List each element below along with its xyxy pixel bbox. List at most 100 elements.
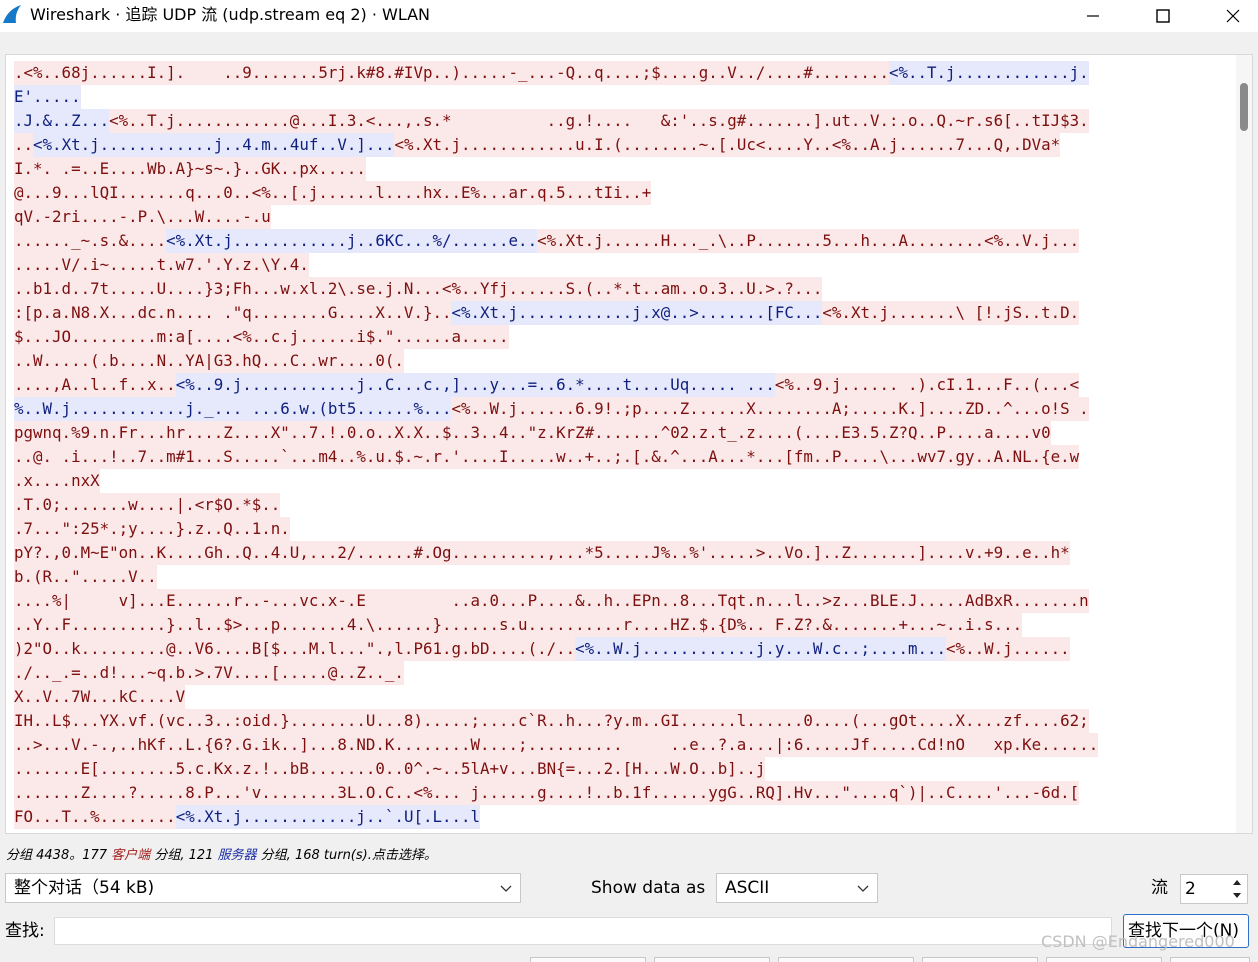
stream-line[interactable]: FO...T..%........<%.Xt.j............j..`… <box>14 805 1214 829</box>
stream-line[interactable]: .J.&..Z...<%..T.j............@...I.3.<..… <box>14 109 1214 133</box>
dialog-button[interactable] <box>530 957 646 962</box>
client-data-segment[interactable]: pgwnq.%9.n.Fr...hr....Z....X"..7.!.0.o..… <box>14 421 1051 445</box>
stream-line[interactable]: .....V/.i~.....t.w7.'.Y.z.\Y.4. <box>14 253 1214 277</box>
server-data-segment[interactable]: <%..W.j............j.y...W.c..;....m... <box>575 637 947 661</box>
client-data-segment[interactable]: ....%| v]...E......r..-...vc.x-.E ..a.0.… <box>14 589 1089 613</box>
find-input[interactable] <box>54 917 1112 945</box>
client-data-segment[interactable]: ..W.....(.b....N..YA|G3.hQ...C..wr....0(… <box>14 349 404 373</box>
stream-line[interactable]: ..<%.Xt.j............j..4.m..4uf..V.]...… <box>14 133 1214 157</box>
spin-down-button[interactable] <box>1228 889 1246 902</box>
dialog-button[interactable] <box>778 957 914 962</box>
server-data-segment[interactable]: <%.Xt.j............j..`.U[.L...l <box>175 805 481 829</box>
stream-line[interactable]: @...9...lQI.......q...0..<%..[.j......l.… <box>14 181 1214 205</box>
client-data-segment[interactable]: <%..W.j...... <box>946 637 1070 661</box>
stream-line[interactable]: I.*. .=..E....Wb.A}~s~.}..GK..px..... <box>14 157 1214 181</box>
server-data-segment[interactable]: <%.Xt.j............j..4.m..4uf..V.]... <box>33 133 395 157</box>
client-data-segment[interactable]: <%.Xt.j............u.I.(........~.[.Uc<.… <box>394 133 1061 157</box>
client-data-segment[interactable]: ....,A..l..f..x.. <box>14 373 176 397</box>
client-data-segment[interactable]: FO...T..%........ <box>14 805 176 829</box>
server-data-segment[interactable]: E'..... <box>14 85 81 109</box>
client-data-segment[interactable]: <%..W.j......6.9!.;p....Z......X........… <box>451 397 1089 421</box>
stream-line[interactable]: .x....nxX <box>14 469 1214 493</box>
stream-line[interactable]: X..V..7W...kC....V <box>14 685 1214 709</box>
server-data-segment[interactable]: <%..T.j............j. <box>888 61 1089 85</box>
client-data-segment[interactable]: .x....nxX <box>14 469 100 493</box>
stream-line[interactable]: ./.._.=..d!...~q.b.>.7V....[.....@..Z.._… <box>14 661 1214 685</box>
stream-line[interactable]: ..Y..F..........}..l..$>...p.......4.\..… <box>14 613 1214 637</box>
server-data-segment[interactable]: <%.Xt.j............j..6KC...%/......e.. <box>166 229 538 253</box>
close-button[interactable] <box>1198 0 1258 32</box>
client-data-segment[interactable]: .<%..68j......I.]. ..9.......5rj.k#8.#IV… <box>14 61 889 85</box>
client-data-segment[interactable]: ..Y..F..........}..l..$>...p.......4.\..… <box>14 613 1023 637</box>
stream-line[interactable]: )2"O..k.........@..V6....B[$...M.l...".,… <box>14 637 1214 661</box>
server-data-segment[interactable]: .J.&..Z... <box>14 109 110 133</box>
stream-text[interactable]: .<%..68j......I.]. ..9.......5rj.k#8.#IV… <box>14 61 1214 829</box>
show-data-select-value: ASCII <box>725 878 770 898</box>
client-data-segment[interactable]: .T.0;.......w....|.<r$O.*$.. <box>14 493 281 517</box>
client-data-segment[interactable]: .. <box>14 133 34 157</box>
minimize-button[interactable] <box>1058 0 1128 32</box>
stream-line[interactable]: ....%| v]...E......r..-...vc.x-.E ..a.0.… <box>14 589 1214 613</box>
client-data-segment[interactable]: ./.._.=..d!...~q.b.>.7V....[.....@..Z.._… <box>14 661 404 685</box>
client-data-segment[interactable]: ......_~.s.&.... <box>14 229 167 253</box>
dialog-button[interactable] <box>1170 957 1250 962</box>
client-data-segment[interactable]: I.*. .=..E....Wb.A}~s~.}..GK..px..... <box>14 157 366 181</box>
stream-line[interactable]: .T.0;.......w....|.<r$O.*$.. <box>14 493 1214 517</box>
server-data-segment[interactable]: <%.Xt.j............j.x@..>.......[FC... <box>451 301 823 325</box>
stream-number-spinbox[interactable]: 2 <box>1180 874 1248 904</box>
client-data-segment[interactable]: ..@. .i...!..7..m#1...S.....`...m4..%.u.… <box>14 445 1080 469</box>
stream-content-area[interactable]: .<%..68j......I.]. ..9.......5rj.k#8.#IV… <box>5 54 1253 834</box>
client-data-segment[interactable]: qV.-2ri....-.P.\...W....-.u <box>14 205 271 229</box>
maximize-button[interactable] <box>1128 0 1198 32</box>
stream-line[interactable]: ..@. .i...!..7..m#1...S.....`...m4..%.u.… <box>14 445 1214 469</box>
vertical-scrollbar[interactable] <box>1236 55 1252 833</box>
stream-line[interactable]: pY?.,0.M~E"on..K....Gh..Q..4.U,...2/....… <box>14 541 1214 565</box>
client-data-segment[interactable]: ..b1.d..7t.....U....}3;Fh...w.xl.2\.se.j… <box>14 277 823 301</box>
client-data-segment[interactable]: <%.Xt.j......H..._.\..P.......5...h...A.… <box>537 229 1080 253</box>
client-data-segment[interactable]: b.(R..".....V.. <box>14 565 157 589</box>
client-data-segment[interactable]: :[p.a.N8.X...dc.n.... ."q........G....X.… <box>14 301 452 325</box>
stream-line[interactable]: pgwnq.%9.n.Fr...hr....Z....X"..7.!.0.o..… <box>14 421 1214 445</box>
stream-line[interactable]: ..>...V.-.,..hKf..L.{6?.G.ik..]...8.ND.K… <box>14 733 1214 757</box>
client-data-segment[interactable]: ..>...V.-.,..hKf..L.{6?.G.ik..]...8.ND.K… <box>14 733 1099 757</box>
stream-line[interactable]: .......Z....?.....8.P...'v........3L.O.C… <box>14 781 1214 805</box>
dialog-button[interactable] <box>654 957 770 962</box>
stream-line[interactable]: ....,A..l..f..x..<%..9.j............j..C… <box>14 373 1214 397</box>
client-data-segment[interactable]: .......E[........5.c.Kx.z.!..bB.......0.… <box>14 757 766 781</box>
stream-line[interactable]: .<%..68j......I.]. ..9.......5rj.k#8.#IV… <box>14 61 1214 85</box>
stream-line[interactable]: :[p.a.N8.X...dc.n.... ."q........G....X.… <box>14 301 1214 325</box>
stream-line[interactable]: .......E[........5.c.Kx.z.!..bB.......0.… <box>14 757 1214 781</box>
stream-line[interactable]: E'..... <box>14 85 1214 109</box>
stream-number-value: 2 <box>1185 879 1196 899</box>
client-data-segment[interactable]: <%..T.j............@...I.3.<...,.s.* ..g… <box>109 109 1089 133</box>
client-data-segment[interactable]: <%..9.j...... .).cI.1...F..(...< <box>774 373 1080 397</box>
spin-up-button[interactable] <box>1228 876 1246 889</box>
client-data-segment[interactable]: @...9...lQI.......q...0..<%..[.j......l.… <box>14 181 652 205</box>
client-data-segment[interactable]: <%.Xt.j.......\ [!.jS..t.D. <box>822 301 1080 325</box>
dialog-button[interactable] <box>1046 957 1162 962</box>
client-data-segment[interactable]: .......Z....?.....8.P...'v........3L.O.C… <box>14 781 1080 805</box>
stream-line[interactable]: ..b1.d..7t.....U....}3;Fh...w.xl.2\.se.j… <box>14 277 1214 301</box>
server-data-segment[interactable]: <%..9.j............j..C...c.,]...y...=..… <box>175 373 775 397</box>
client-data-segment[interactable]: X..V..7W...kC....V <box>14 685 186 709</box>
stream-line[interactable]: IH..L$...YX.vf.(vc..3..:oid.}........U..… <box>14 709 1214 733</box>
stream-line[interactable]: ......_~.s.&....<%.Xt.j............j..6K… <box>14 229 1214 253</box>
scrollbar-thumb[interactable] <box>1240 83 1248 131</box>
stream-line[interactable]: ..W.....(.b....N..YA|G3.hQ...C..wr....0(… <box>14 349 1214 373</box>
client-data-segment[interactable]: )2"O..k.........@..V6....B[$...M.l...".,… <box>14 637 576 661</box>
client-data-segment[interactable]: .7...":25*.;y....}.z..Q..1.n. <box>14 517 290 541</box>
conversation-select[interactable]: 整个对话（54 kB) <box>5 873 521 903</box>
show-data-select[interactable]: ASCII <box>716 873 878 903</box>
stream-line[interactable]: %..W.j............j._... ...6.w.(bt5....… <box>14 397 1214 421</box>
client-word: 客户端 <box>111 848 151 863</box>
client-data-segment[interactable]: $...JO.........m:a[....<%..c.j......i$."… <box>14 325 509 349</box>
dialog-button[interactable] <box>922 957 1038 962</box>
stream-line[interactable]: .7...":25*.;y....}.z..Q..1.n. <box>14 517 1214 541</box>
client-data-segment[interactable]: IH..L$...YX.vf.(vc..3..:oid.}........U..… <box>14 709 1089 733</box>
client-data-segment[interactable]: .....V/.i~.....t.w7.'.Y.z.\Y.4. <box>14 253 309 277</box>
stream-line[interactable]: b.(R..".....V.. <box>14 565 1214 589</box>
client-data-segment[interactable]: pY?.,0.M~E"on..K....Gh..Q..4.U,...2/....… <box>14 541 1070 565</box>
stream-line[interactable]: $...JO.........m:a[....<%..c.j......i$."… <box>14 325 1214 349</box>
server-data-segment[interactable]: %..W.j............j._... ...6.w.(bt5....… <box>14 397 452 421</box>
stream-line[interactable]: qV.-2ri....-.P.\...W....-.u <box>14 205 1214 229</box>
